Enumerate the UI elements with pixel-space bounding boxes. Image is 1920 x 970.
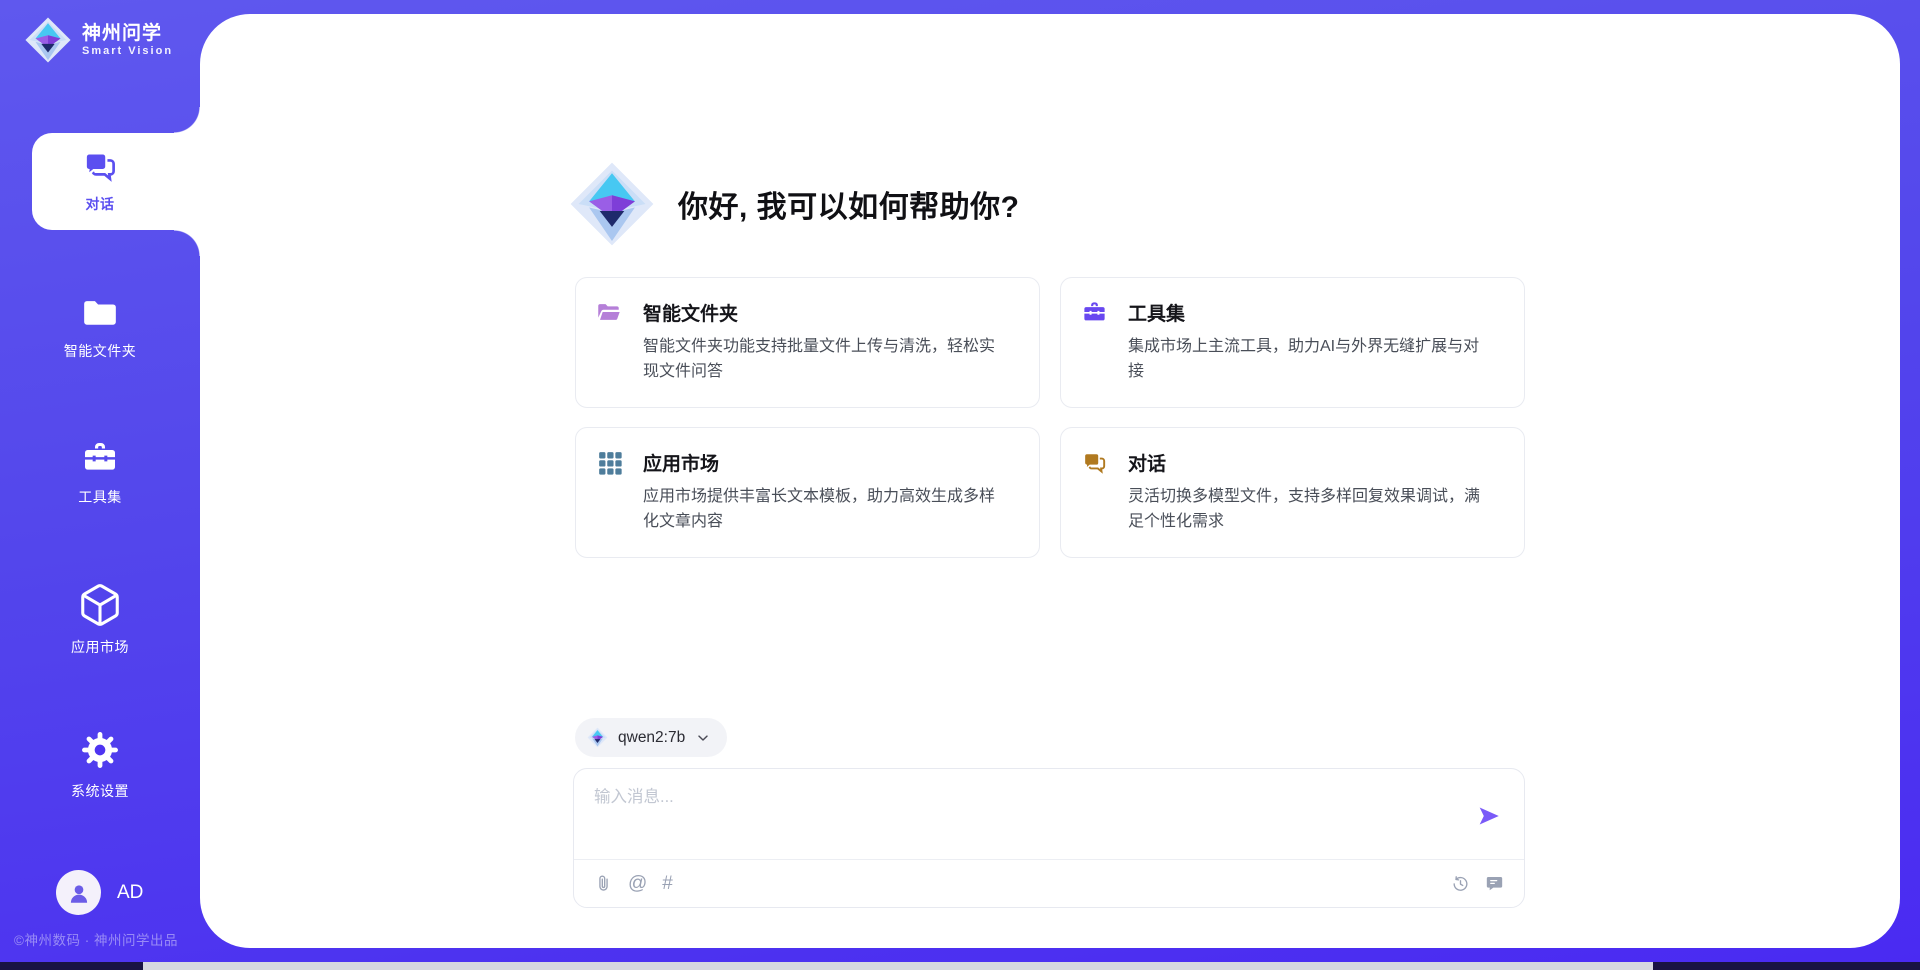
grid-icon — [596, 449, 643, 476]
avatar — [56, 870, 101, 915]
card-title: 工具集 — [1128, 299, 1185, 326]
person-icon — [66, 880, 92, 906]
card-description: 灵活切换多模型文件，支持多样回复效果调试，满足个性化需求 — [1128, 485, 1490, 535]
greeting-text: 你好, 我可以如何帮助你? — [678, 182, 1020, 226]
sidebar-item-label: 应用市场 — [71, 637, 129, 657]
horizontal-scrollbar[interactable] — [143, 962, 1653, 970]
hash-icon: # — [662, 873, 673, 895]
card-title: 对话 — [1128, 449, 1166, 476]
main-panel: 你好, 我可以如何帮助你? 智能文件夹 智能文件夹功能支持批量文件上传与清洗，轻… — [200, 14, 1900, 948]
model-selector[interactable]: qwen2:7b — [575, 718, 727, 757]
active-nav-fillet-top — [174, 107, 200, 133]
model-name: qwen2:7b — [618, 729, 685, 747]
sidebar-item-toolset[interactable]: 工具集 — [0, 438, 200, 507]
sidebar-item-smart-folder[interactable]: 智能文件夹 — [0, 294, 200, 361]
sidebar-item-app-market[interactable]: 应用市场 — [0, 582, 200, 657]
chat-square-icon — [1485, 874, 1504, 893]
user-name: AD — [117, 882, 143, 904]
brand-subtitle: Smart Vision — [82, 45, 173, 57]
folder-icon — [79, 294, 121, 332]
card-description: 智能文件夹功能支持批量文件上传与清洗，轻松实现文件问答 — [643, 335, 1005, 385]
brand-name: 神州问学 — [82, 23, 173, 46]
chat-bubbles-icon — [1081, 449, 1128, 476]
card-title: 应用市场 — [643, 449, 719, 476]
feature-cards: 智能文件夹 智能文件夹功能支持批量文件上传与清洗，轻松实现文件问答 工具集 集 — [575, 277, 1525, 558]
copyright: ©神州数码 · 神州问学出品 — [14, 929, 178, 949]
composer-toolbar: @ # — [574, 859, 1524, 907]
card-head: 工具集 — [1081, 299, 1500, 326]
user-account[interactable]: AD — [56, 870, 143, 915]
mention-button[interactable]: @ — [628, 873, 647, 895]
composer-toolbar-left: @ # — [594, 873, 673, 895]
folder-open-icon — [596, 299, 643, 326]
card-smart-folder[interactable]: 智能文件夹 智能文件夹功能支持批量文件上传与清洗，轻松实现文件问答 — [575, 277, 1040, 408]
chevron-down-icon — [695, 730, 711, 746]
card-toolset[interactable]: 工具集 集成市场上主流工具，助力AI与外界无缝扩展与对接 — [1060, 277, 1525, 408]
attach-file-button[interactable] — [594, 874, 613, 893]
active-nav-fillet-bottom — [174, 230, 200, 256]
toolbox-icon — [79, 438, 121, 478]
brand-diamond-icon — [568, 160, 656, 248]
composer-toolbar-right — [1451, 874, 1504, 893]
cube-icon — [77, 582, 123, 628]
history-button[interactable] — [1451, 874, 1470, 893]
card-chat[interactable]: 对话 灵活切换多模型文件，支持多样回复效果调试，满足个性化需求 — [1060, 427, 1525, 558]
history-icon — [1451, 874, 1470, 893]
model-logo-icon — [587, 727, 608, 748]
card-head: 对话 — [1081, 449, 1500, 476]
chat-bubbles-icon — [81, 147, 119, 185]
card-app-market[interactable]: 应用市场 应用市场提供丰富长文本模板，助力高效生成多样化文章内容 — [575, 427, 1040, 558]
message-composer: @ # — [573, 768, 1525, 908]
sidebar-item-settings[interactable]: 系统设置 — [0, 728, 200, 801]
app-window: 你好, 我可以如何帮助你? 智能文件夹 智能文件夹功能支持批量文件上传与清洗，轻… — [0, 0, 1920, 970]
brand: 神州问学 Smart Vision — [24, 16, 173, 64]
card-head: 智能文件夹 — [596, 299, 1015, 326]
send-icon — [1476, 803, 1502, 829]
sidebar-item-chat[interactable]: 对话 — [0, 147, 200, 214]
card-title: 智能文件夹 — [643, 299, 738, 326]
sidebar-item-label: 系统设置 — [71, 781, 129, 801]
message-input[interactable] — [594, 783, 1434, 841]
new-chat-button[interactable] — [1485, 874, 1504, 893]
sidebar-item-label: 智能文件夹 — [64, 341, 137, 361]
gear-icon — [78, 728, 122, 772]
greeting-header: 你好, 我可以如何帮助你? — [568, 160, 1020, 248]
card-description: 集成市场上主流工具，助力AI与外界无缝扩展与对接 — [1128, 335, 1490, 385]
sidebar-item-label: 对话 — [86, 194, 115, 214]
toolbox-icon — [1081, 299, 1128, 326]
at-icon: @ — [628, 873, 647, 895]
brand-diamond-icon — [24, 16, 72, 64]
paperclip-icon — [594, 874, 613, 893]
sidebar-item-label: 工具集 — [78, 487, 122, 507]
card-head: 应用市场 — [596, 449, 1015, 476]
card-description: 应用市场提供丰富长文本模板，助力高效生成多样化文章内容 — [643, 485, 1005, 535]
send-button[interactable] — [1476, 803, 1502, 829]
topic-button[interactable]: # — [662, 873, 673, 895]
